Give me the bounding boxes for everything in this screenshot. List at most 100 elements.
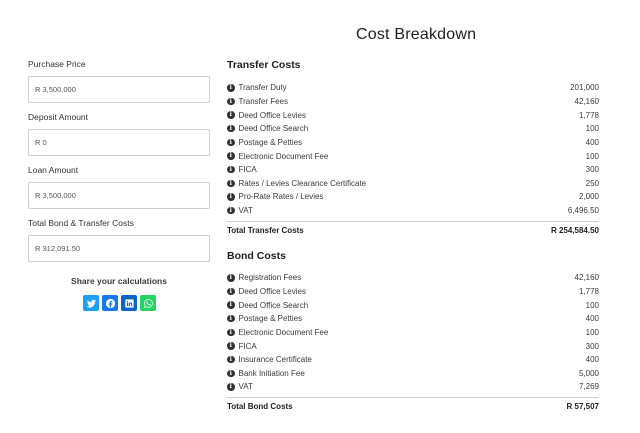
list-item: i VAT 6,496.50 xyxy=(227,204,599,218)
info-icon[interactable]: i xyxy=(227,383,235,391)
list-item: i FICA 300 xyxy=(227,163,599,177)
info-icon[interactable]: i xyxy=(227,97,235,106)
cost-label: Postage & Petties xyxy=(238,137,303,147)
cost-label: VAT xyxy=(238,382,253,392)
cost-value: 5,000 xyxy=(578,368,599,378)
cost-label: Transfer Fees xyxy=(238,96,289,106)
list-item: i VAT 7,269 xyxy=(227,380,599,394)
info-icon[interactable]: i xyxy=(227,111,235,119)
list-item: i Bank Initiation Fee 5,000 xyxy=(227,366,599,380)
facebook-share-button[interactable] xyxy=(102,295,118,311)
linkedin-icon xyxy=(124,298,134,308)
list-item: i Insurance Certificate 400 xyxy=(227,353,599,367)
cost-label: FICA xyxy=(238,341,257,351)
deposit-amount-input[interactable] xyxy=(28,129,210,156)
info-icon[interactable]: i xyxy=(227,179,235,188)
transfer-total-label: Total Transfer Costs xyxy=(227,226,304,235)
info-icon[interactable]: i xyxy=(227,287,235,296)
whatsapp-share-button[interactable] xyxy=(140,295,156,311)
cost-value: 250 xyxy=(585,178,599,188)
cost-value: 100 xyxy=(585,327,599,337)
list-item: i FICA 300 xyxy=(227,339,599,353)
list-item: i Registration Fees 42,160 xyxy=(227,271,599,285)
cost-value: 1,778 xyxy=(578,286,599,296)
purchase-price-field: Purchase Price xyxy=(28,58,210,111)
cost-value: 201,000 xyxy=(570,83,599,93)
list-item: i Deed Office Levies 1,778 xyxy=(227,285,599,299)
cost-value: 300 xyxy=(585,165,599,175)
list-item: i Transfer Duty 201,000 xyxy=(227,81,599,95)
cost-value: 100 xyxy=(585,300,599,310)
share-title: Share your calculations xyxy=(71,276,167,286)
total-costs-label: Total Bond & Transfer Costs xyxy=(28,218,134,228)
info-icon[interactable]: i xyxy=(227,152,235,160)
total-costs-field: Total Bond & Transfer Costs xyxy=(28,217,210,270)
list-item: i Deed Office Search 100 xyxy=(227,298,599,312)
info-icon[interactable]: i xyxy=(227,369,235,378)
whatsapp-icon xyxy=(143,298,153,308)
cost-label: Registration Fees xyxy=(238,273,302,283)
linkedin-share-button[interactable] xyxy=(121,295,137,311)
info-icon[interactable]: i xyxy=(227,206,235,215)
cost-value: 7,269 xyxy=(578,382,599,392)
info-icon[interactable]: i xyxy=(227,165,235,174)
transfer-costs-title: Transfer Costs xyxy=(227,59,301,71)
cost-label: Deed Office Search xyxy=(238,124,309,134)
loan-amount-input[interactable] xyxy=(28,182,210,209)
transfer-costs-list: i Transfer Duty 201,000 i Transfer Fees 42,1… xyxy=(227,81,599,217)
list-item: i Electronic Document Fee 100 xyxy=(227,149,599,163)
cost-value: 400 xyxy=(585,355,599,365)
list-item: i Deed Office Levies 1,778 xyxy=(227,108,599,122)
cost-value: 1,778 xyxy=(578,110,599,120)
bond-total-value: R 57,507 xyxy=(566,402,599,411)
cost-value: 400 xyxy=(585,314,599,324)
cost-label: Insurance Certificate xyxy=(238,355,312,365)
cost-label: Deed Office Levies xyxy=(238,110,306,120)
cost-label: Electronic Document Fee xyxy=(238,327,329,337)
info-icon[interactable]: i xyxy=(227,124,235,133)
transfer-total-row: Total Transfer Costs R 254,584.50 xyxy=(227,221,599,235)
cost-label: Postage & Petties xyxy=(238,314,303,324)
deposit-amount-field: Deposit Amount xyxy=(28,111,210,164)
cost-label: Transfer Duty xyxy=(238,83,287,93)
cost-value: 100 xyxy=(585,151,599,161)
info-icon[interactable]: i xyxy=(227,342,235,350)
info-icon[interactable]: i xyxy=(227,301,235,309)
bond-total-label: Total Bond Costs xyxy=(227,402,293,411)
info-icon[interactable]: i xyxy=(227,84,235,92)
info-icon[interactable]: i xyxy=(227,138,235,147)
list-item: i Deed Office Search 100 xyxy=(227,122,599,136)
info-icon[interactable]: i xyxy=(227,355,235,364)
bond-total-row: Total Bond Costs R 57,507 xyxy=(227,397,599,411)
purchase-price-input[interactable] xyxy=(28,76,210,103)
total-costs-input[interactable] xyxy=(28,235,210,262)
cost-value: 400 xyxy=(585,137,599,147)
loan-amount-label: Loan Amount xyxy=(28,165,79,175)
transfer-total-value: R 254,584.50 xyxy=(550,226,599,235)
cost-label: Deed Office Levies xyxy=(238,286,306,296)
info-icon[interactable]: i xyxy=(227,193,235,201)
facebook-icon xyxy=(105,298,115,308)
cost-label: Electronic Document Fee xyxy=(238,151,329,161)
list-item: i Transfer Fees 42,160 xyxy=(227,95,599,109)
twitter-share-button[interactable] xyxy=(83,295,99,311)
info-icon[interactable]: i xyxy=(227,314,235,323)
cost-value: 300 xyxy=(585,341,599,351)
deposit-amount-label: Deposit Amount xyxy=(28,112,89,122)
cost-value: 42,160 xyxy=(574,273,599,283)
info-icon[interactable]: i xyxy=(227,274,235,282)
cost-value: 100 xyxy=(585,124,599,134)
cost-label: Pro-Rate Rates / Levies xyxy=(238,192,324,202)
cost-label: Rates / Levies Clearance Certificate xyxy=(238,178,367,188)
info-icon[interactable]: i xyxy=(227,328,235,337)
loan-amount-field: Loan Amount xyxy=(28,164,210,217)
list-item: i Electronic Document Fee 100 xyxy=(227,326,599,340)
bond-costs-list: i Registration Fees 42,160 i Deed Office Le… xyxy=(227,271,599,394)
cost-value: 2,000 xyxy=(578,192,599,202)
list-item: i Postage & Petties 400 xyxy=(227,136,599,150)
list-item: i Pro-Rate Rates / Levies 2,000 xyxy=(227,190,599,204)
list-item: i Postage & Petties 400 xyxy=(227,312,599,326)
bond-costs-title: Bond Costs xyxy=(227,250,286,262)
cost-label: VAT xyxy=(238,206,253,216)
cost-value: 42,160 xyxy=(574,96,599,106)
